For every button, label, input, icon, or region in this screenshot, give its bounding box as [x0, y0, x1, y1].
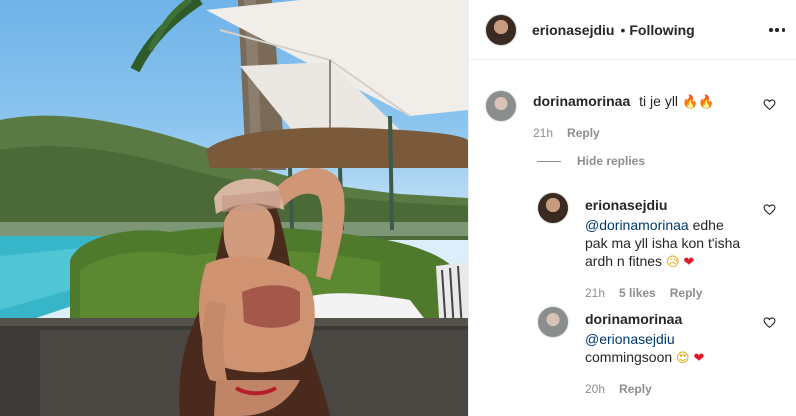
reply-mention[interactable]: @erionasejdiu [585, 331, 675, 347]
red-heart-emoji: ❤ [693, 351, 705, 366]
replies-divider-line [537, 160, 561, 162]
reply-mention[interactable]: @dorinamorinaa [585, 217, 689, 233]
comment-time[interactable]: 21h [533, 124, 553, 142]
separator-dot: • [620, 21, 626, 38]
comment-username[interactable]: dorinamorinaa [533, 93, 630, 109]
heart-outline-icon[interactable] [763, 316, 776, 329]
reply-avatar[interactable] [537, 306, 569, 338]
reply-username[interactable]: dorinamorinaa [585, 311, 682, 327]
more-horizontal-icon[interactable] [769, 22, 785, 38]
reply-time[interactable]: 20h [585, 380, 605, 398]
comments-panel: erionasejdiu • Following dorinamorinaa t… [468, 0, 796, 416]
post-header: erionasejdiu • Following [469, 0, 796, 60]
red-heart-emoji: ❤ [683, 255, 695, 270]
comment-item: dorinamorinaa ti je yll 🔥🔥 21h Reply [485, 90, 714, 142]
post-image [0, 0, 468, 416]
reply-item: dorinamorinaa @erionasejdiu commingsoon … [537, 306, 765, 398]
reply-text-line2: pak ma yll isha kon t'isha [585, 235, 741, 251]
reply-text-line3: ardh n fitnes [585, 253, 663, 269]
heart-outline-icon[interactable] [763, 203, 776, 216]
reply-time[interactable]: 21h [585, 284, 605, 302]
reply-button[interactable]: Reply [567, 124, 600, 142]
author-avatar[interactable] [485, 13, 517, 46]
hide-replies-label: Hide replies [577, 154, 646, 168]
reply-avatar[interactable] [537, 192, 569, 224]
reply-item: erionasejdiu @dorinamorinaa edhe pak ma … [537, 192, 765, 302]
fire-emoji: 🔥🔥 [681, 95, 715, 110]
hide-replies-toggle[interactable]: Hide replies [537, 154, 645, 168]
heart-eyes-emoji: 😍 [676, 351, 690, 366]
reply-text-line1: edhe [688, 217, 724, 233]
heart-outline-icon[interactable] [763, 98, 776, 111]
commenter-avatar[interactable] [485, 90, 517, 122]
reply-button[interactable]: Reply [619, 380, 652, 398]
follow-status[interactable]: Following [629, 22, 694, 38]
post-photo[interactable] [0, 0, 468, 416]
sad-face-emoji: 😥 [665, 255, 680, 270]
reply-likes[interactable]: 5 likes [619, 284, 656, 302]
comment-text: ti je yll [639, 93, 679, 109]
reply-button[interactable]: Reply [670, 284, 703, 302]
reply-username[interactable]: erionasejdiu [585, 197, 667, 213]
author-username[interactable]: erionasejdiu [532, 22, 614, 38]
reply-text: commingsoon [585, 349, 673, 365]
